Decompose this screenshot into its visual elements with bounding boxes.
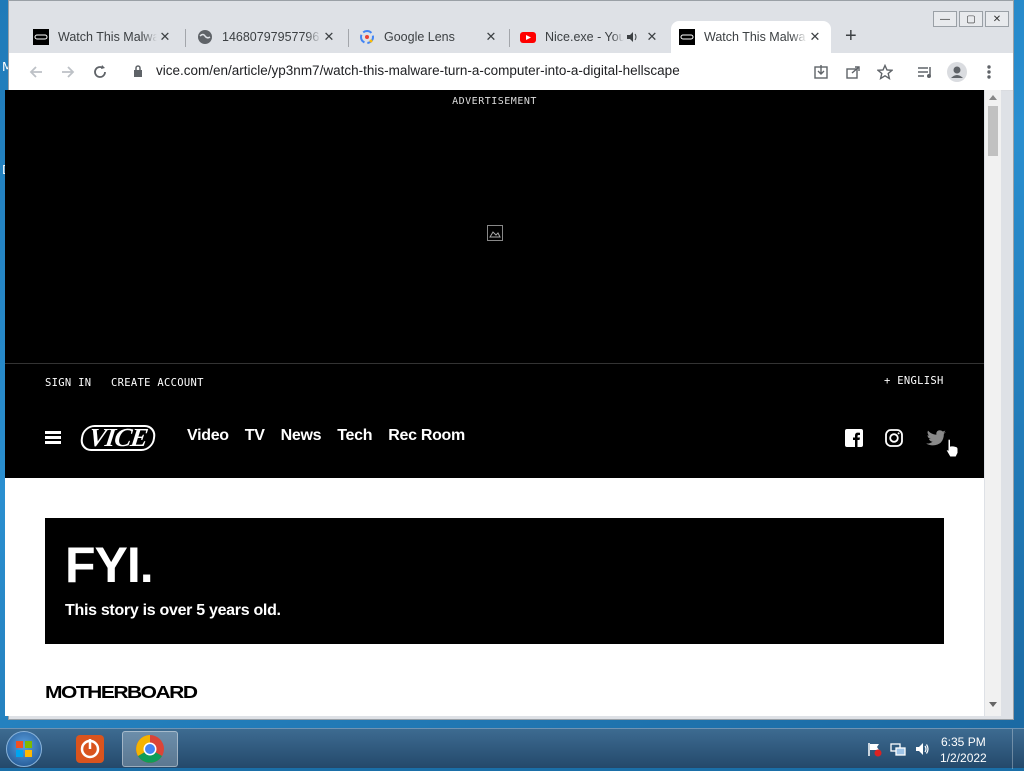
windows-taskbar: 6:35 PM 1/2/2022	[0, 728, 1024, 769]
menu-kebab-icon[interactable]	[979, 62, 999, 82]
taskbar-clock[interactable]: 6:35 PM 1/2/2022	[940, 734, 987, 766]
new-tab-button[interactable]: +	[845, 25, 857, 48]
tab-divider	[185, 29, 186, 47]
nav-link-tech[interactable]: Tech	[337, 427, 372, 445]
twitter-icon[interactable]	[925, 429, 947, 447]
tab-title: Watch This Malwa	[58, 30, 157, 44]
account-bar: SIGN IN CREATE ACCOUNT + ENGLISH	[5, 363, 984, 397]
window-controls: — ▢ ✕	[933, 11, 1009, 27]
language-selector[interactable]: + ENGLISH	[884, 375, 944, 387]
speaker-audio-icon[interactable]	[624, 29, 640, 45]
volume-icon[interactable]	[914, 741, 930, 757]
broken-image-icon	[487, 225, 503, 241]
back-arrow-icon[interactable]	[25, 61, 47, 83]
tab-close-icon[interactable]: ✕	[807, 29, 823, 45]
advertisement-label: ADVERTISEMENT	[452, 96, 537, 107]
tab-close-icon[interactable]: ✕	[644, 29, 660, 45]
scrollbar-thumb[interactable]	[988, 106, 998, 156]
fyi-subtitle: This story is over 5 years old.	[65, 602, 281, 619]
hamburger-menu-icon[interactable]	[45, 431, 61, 444]
facebook-icon[interactable]	[845, 429, 863, 447]
reload-icon[interactable]	[89, 61, 111, 83]
fyi-title: FYI.	[65, 537, 154, 593]
chrome-icon	[136, 735, 164, 763]
nav-link-rec-room[interactable]: Rec Room	[388, 427, 465, 445]
browser-toolbar: vice.com/en/article/yp3nm7/watch-this-ma…	[9, 53, 1013, 91]
minimize-button[interactable]: —	[933, 11, 957, 27]
tab-watch-this-malware-1[interactable]: Watch This Malwa ✕	[25, 23, 181, 51]
vice-logo[interactable]: VICE	[79, 423, 157, 452]
vice-favicon-icon	[679, 29, 695, 45]
tab-nice-exe-youtube[interactable]: Nice.exe - You ✕	[512, 23, 668, 51]
tab-watch-this-malware-active[interactable]: Watch This Malwa ✕	[671, 21, 831, 53]
site-navbar: VICE Video TV News Tech Rec Room	[5, 397, 984, 478]
media-control-icon[interactable]	[915, 62, 935, 82]
motherboard-logo[interactable]: MOTHERBOARD	[45, 683, 198, 703]
tab-divider	[509, 29, 510, 47]
nav-links: Video TV News Tech Rec Room	[187, 427, 465, 445]
close-window-button[interactable]: ✕	[985, 11, 1009, 27]
tab-divider	[348, 29, 349, 47]
sign-in-link[interactable]: SIGN IN	[45, 377, 91, 389]
action-center-flag-icon[interactable]	[866, 741, 882, 757]
taskbar-antivirus-app[interactable]	[62, 731, 118, 767]
web-page-content: ADVERTISEMENT SIGN IN CREATE ACCOUNT + E…	[5, 90, 984, 716]
vice-favicon-icon	[33, 29, 49, 45]
tab-strip: — ▢ ✕ Watch This Malwa ✕ 14680797957796 …	[9, 1, 1013, 55]
tab-close-icon[interactable]: ✕	[157, 29, 173, 45]
google-lens-icon	[359, 29, 375, 45]
tab-close-icon[interactable]: ✕	[483, 29, 499, 45]
youtube-icon	[520, 29, 536, 45]
tab-close-icon[interactable]: ✕	[321, 29, 337, 45]
nav-link-news[interactable]: News	[281, 427, 322, 445]
instagram-icon[interactable]	[885, 429, 903, 447]
lock-icon[interactable]	[133, 65, 143, 83]
tab-title: Nice.exe - You	[545, 30, 624, 44]
tab-title: Google Lens	[384, 30, 455, 44]
tab-title: 14680797957796	[222, 30, 320, 44]
tab-title: Watch This Malwa	[704, 30, 806, 44]
clock-time: 6:35 PM	[941, 735, 986, 749]
tab-numeric-id[interactable]: 14680797957796 ✕	[189, 23, 345, 51]
scroll-down-arrow-icon[interactable]	[989, 702, 997, 708]
nav-link-video[interactable]: Video	[187, 427, 229, 445]
share-icon[interactable]	[843, 62, 863, 82]
show-desktop-button[interactable]	[1012, 729, 1024, 769]
clock-date: 1/2/2022	[940, 751, 987, 765]
antivirus-icon	[76, 735, 104, 763]
forward-arrow-icon[interactable]	[57, 61, 79, 83]
start-button-icon[interactable]	[6, 731, 42, 767]
create-account-link[interactable]: CREATE ACCOUNT	[111, 377, 204, 389]
page-scrollbar[interactable]	[985, 90, 1001, 716]
tab-google-lens[interactable]: Google Lens ✕	[351, 23, 507, 51]
globe-icon	[197, 29, 213, 45]
system-tray	[866, 741, 930, 757]
profile-avatar-icon[interactable]	[947, 62, 967, 82]
nav-link-tv[interactable]: TV	[245, 427, 265, 445]
advertisement-area[interactable]: ADVERTISEMENT	[5, 90, 984, 363]
bookmark-star-icon[interactable]	[875, 62, 895, 82]
taskbar-chrome-app[interactable]	[122, 731, 178, 767]
scroll-up-arrow-icon[interactable]	[989, 94, 997, 100]
maximize-button[interactable]: ▢	[959, 11, 983, 27]
fyi-banner: FYI. This story is over 5 years old.	[45, 518, 944, 644]
mouse-cursor-icon	[945, 438, 959, 458]
network-icon[interactable]	[890, 741, 906, 757]
address-bar[interactable]: vice.com/en/article/yp3nm7/watch-this-ma…	[156, 63, 680, 78]
install-download-icon[interactable]	[811, 62, 831, 82]
